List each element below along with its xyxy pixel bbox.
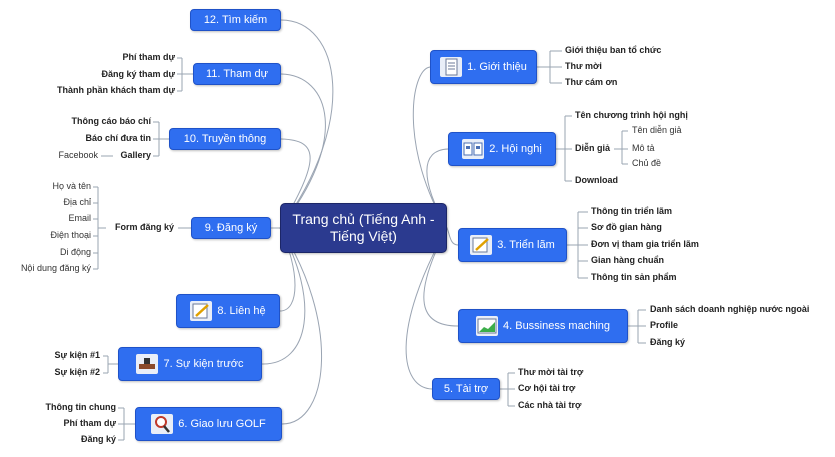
- leaf-dang-ky-5[interactable]: Di động: [60, 247, 91, 257]
- leaf-golf-2[interactable]: Phí tham dự: [63, 418, 116, 428]
- leaf-dang-ky-3[interactable]: Email: [68, 213, 91, 223]
- leaf-business-3[interactable]: Đăng ký: [650, 337, 685, 347]
- leaf-gioi-thieu-3[interactable]: Thư cám ơn: [565, 77, 617, 87]
- node-business-maching[interactable]: 4. Bussiness maching: [458, 309, 628, 343]
- node-tham-du[interactable]: 11. Tham dự: [193, 63, 281, 85]
- leaf-tham-du-1[interactable]: Phí tham dự: [122, 52, 175, 62]
- leaf-dang-ky-4[interactable]: Điện thoại: [50, 230, 91, 240]
- node-hoi-nghi[interactable]: 2. Hội nghị: [448, 132, 556, 166]
- node-lien-he-label: 8. Liên hệ: [217, 305, 266, 317]
- leaf-dien-gia-1[interactable]: Tên diễn giả: [632, 125, 682, 135]
- pencil-icon: [190, 301, 213, 321]
- leaf-tai-tro-1[interactable]: Thư mời tài trợ: [518, 367, 583, 377]
- leaf-business-2[interactable]: Profile: [650, 320, 678, 330]
- node-gioi-thieu[interactable]: 1. Giới thiệu: [430, 50, 537, 84]
- node-truyen-thong[interactable]: 10. Truyền thông: [169, 128, 281, 150]
- node-tai-tro[interactable]: 5. Tài trợ: [432, 378, 500, 400]
- leaf-dang-ky-2[interactable]: Địa chỉ: [63, 197, 91, 207]
- leaf-su-kien-1[interactable]: Sự kiện #1: [54, 350, 100, 360]
- leaf-hoi-nghi-2[interactable]: Diễn giả: [575, 143, 610, 153]
- node-gioi-thieu-label: 1. Giới thiệu: [467, 61, 527, 73]
- pencil-icon: [470, 235, 493, 255]
- node-tim-kiem[interactable]: 12. Tìm kiếm: [190, 9, 281, 31]
- node-tai-tro-label: 5. Tài trợ: [443, 383, 489, 395]
- leaf-gioi-thieu-2[interactable]: Thư mời: [565, 61, 602, 71]
- node-giao-luu-golf[interactable]: 6. Giao lưu GOLF: [135, 407, 282, 441]
- document-icon: [440, 57, 463, 77]
- node-truyen-thong-label: 10. Truyền thông: [183, 133, 267, 145]
- leaf-hoi-nghi-3[interactable]: Download: [575, 175, 618, 185]
- node-trien-lam-label: 3. Triển lãm: [497, 239, 555, 251]
- leaf-dien-gia-2[interactable]: Mô tả: [632, 143, 655, 153]
- leaf-tai-tro-3[interactable]: Các nhà tài trợ: [518, 400, 581, 410]
- node-lien-he[interactable]: 8. Liên hệ: [176, 294, 280, 328]
- leaf-dang-ky-1[interactable]: Họ và tên: [52, 181, 91, 191]
- leaf-golf-3[interactable]: Đăng ký: [81, 434, 116, 444]
- leaf-truyen-thong-2[interactable]: Báo chí đưa tin: [85, 133, 151, 143]
- leaf-form-dang-ky[interactable]: Form đăng ký: [115, 222, 174, 232]
- leaf-golf-1[interactable]: Thông tin chung: [46, 402, 116, 412]
- leaf-business-1[interactable]: Danh sách doanh nghiệp nước ngoài: [650, 304, 809, 314]
- central-node-label: Trang chủ (Tiếng Anh - Tiếng Việt): [292, 211, 435, 244]
- node-tim-kiem-label: 12. Tìm kiếm: [203, 14, 268, 26]
- leaf-tham-du-2[interactable]: Đăng ký tham dự: [101, 69, 175, 79]
- leaf-trien-lam-1[interactable]: Thông tin triển lãm: [591, 206, 672, 216]
- node-giao-luu-golf-label: 6. Giao lưu GOLF: [178, 418, 266, 430]
- leaf-facebook[interactable]: Facebook: [58, 150, 98, 160]
- leaf-truyen-thong-1[interactable]: Thông cáo báo chí: [71, 116, 151, 126]
- leaf-tai-tro-2[interactable]: Cơ hội tài trợ: [518, 383, 575, 393]
- node-business-maching-label: 4. Bussiness maching: [503, 320, 610, 332]
- leaf-trien-lam-4[interactable]: Gian hàng chuẩn: [591, 255, 664, 265]
- leaf-gioi-thieu-1[interactable]: Giới thiệu ban tổ chức: [565, 45, 661, 55]
- node-tham-du-label: 11. Tham dự: [206, 68, 268, 80]
- leaf-trien-lam-2[interactable]: Sơ đồ gian hàng: [591, 222, 662, 232]
- desk-icon: [136, 354, 159, 374]
- node-dang-ky[interactable]: 9. Đăng ký: [191, 217, 271, 239]
- leaf-dien-gia-3[interactable]: Chủ đề: [632, 158, 661, 168]
- leaf-su-kien-2[interactable]: Sự kiện #2: [54, 367, 100, 377]
- leaf-tham-du-3[interactable]: Thành phần khách tham dự: [57, 85, 175, 95]
- node-su-kien-truoc[interactable]: 7. Sự kiện trước: [118, 347, 262, 381]
- node-dang-ky-label: 9. Đăng ký: [204, 222, 258, 234]
- leaf-trien-lam-3[interactable]: Đơn vị tham gia triển lãm: [591, 239, 699, 249]
- central-node[interactable]: Trang chủ (Tiếng Anh - Tiếng Việt): [280, 203, 447, 253]
- node-trien-lam[interactable]: 3. Triển lãm: [458, 228, 567, 262]
- conference-icon: [462, 139, 485, 159]
- chart-icon: [476, 316, 498, 336]
- leaf-dang-ky-6[interactable]: Nội dung đăng ký: [21, 263, 91, 273]
- node-su-kien-truoc-label: 7. Sự kiện trước: [163, 358, 244, 370]
- node-hoi-nghi-label: 2. Hội nghị: [489, 143, 542, 155]
- leaf-truyen-thong-3[interactable]: Gallery: [120, 150, 151, 160]
- leaf-trien-lam-5[interactable]: Thông tin sản phẩm: [591, 272, 677, 282]
- leaf-hoi-nghi-1[interactable]: Tên chương trình hội nghị: [575, 110, 688, 120]
- magnifier-icon: [151, 414, 174, 434]
